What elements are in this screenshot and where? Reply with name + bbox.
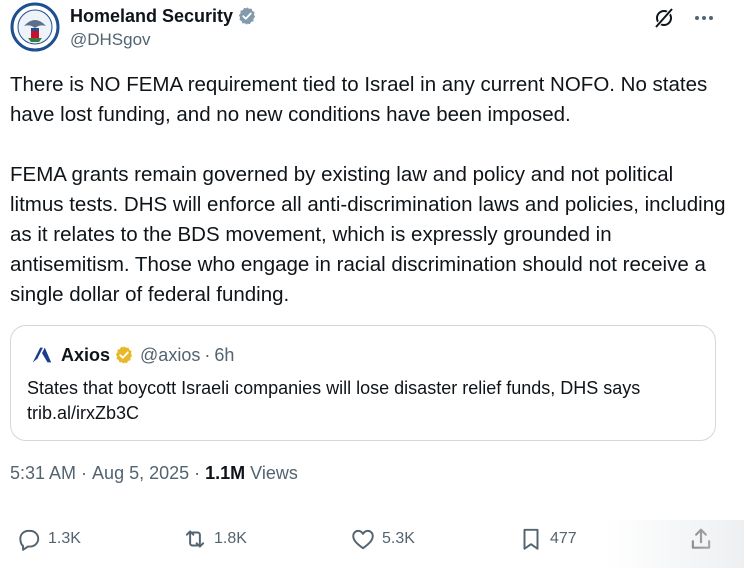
scroll-fade-overlay (604, 520, 744, 568)
repost-button[interactable]: 1.8K (182, 526, 247, 552)
bookmark-button[interactable]: 477 (518, 526, 577, 552)
bookmark-count: 477 (550, 530, 577, 547)
quoted-display-name: Axios (61, 344, 111, 365)
quoted-headline: States that boycott Israeli companies wi… (27, 378, 641, 398)
reply-button[interactable]: 1.3K (16, 526, 81, 552)
tweet-paragraph: FEMA grants remain governed by existing … (10, 163, 726, 306)
heart-icon (352, 529, 374, 550)
dhs-seal-icon (10, 2, 60, 52)
handle[interactable]: @DHSgov (70, 30, 257, 50)
tweet-text: There is NO FEMA requirement tied to Isr… (10, 70, 730, 310)
quoted-tweet-card[interactable]: Axios @axios · 6h States that boycott Is… (10, 325, 716, 441)
meta-separator: · (76, 463, 93, 483)
quoted-separator: · (204, 344, 211, 365)
meta-separator: · (189, 463, 206, 483)
tweet-date[interactable]: Aug 5, 2025 (92, 463, 189, 484)
quoted-age: 6h (214, 344, 235, 365)
repost-icon (185, 530, 205, 548)
quoted-link: trib.al/irxZb3C (27, 403, 140, 423)
axios-logo-icon (32, 347, 52, 363)
verified-badge-icon[interactable] (237, 6, 257, 26)
more-icon[interactable] (692, 6, 716, 30)
quoted-text: States that boycott Israeli companies wi… (27, 376, 707, 426)
like-count: 5.3K (382, 530, 415, 547)
display-name[interactable]: Homeland Security (70, 6, 233, 27)
grok-icon[interactable] (652, 6, 676, 30)
views-label: Views (245, 463, 298, 483)
reply-icon (19, 529, 40, 551)
reply-count: 1.3K (48, 530, 81, 547)
bookmark-icon (523, 528, 539, 550)
like-button[interactable]: 5.3K (350, 526, 415, 552)
avatar[interactable] (10, 2, 60, 52)
verified-badge-icon (115, 346, 133, 364)
tweet-paragraph: There is NO FEMA requirement tied to Isr… (10, 73, 708, 126)
tweet-time[interactable]: 5:31 AM (10, 463, 76, 484)
quoted-handle: @axios (140, 344, 201, 365)
tweet-header: Homeland Security @DHSgov (10, 2, 734, 52)
tweet-meta: 5:31 AM · Aug 5, 2025 · 1.1M Views (10, 463, 298, 484)
repost-count: 1.8K (214, 530, 247, 547)
views-count[interactable]: 1.1M (205, 463, 245, 484)
